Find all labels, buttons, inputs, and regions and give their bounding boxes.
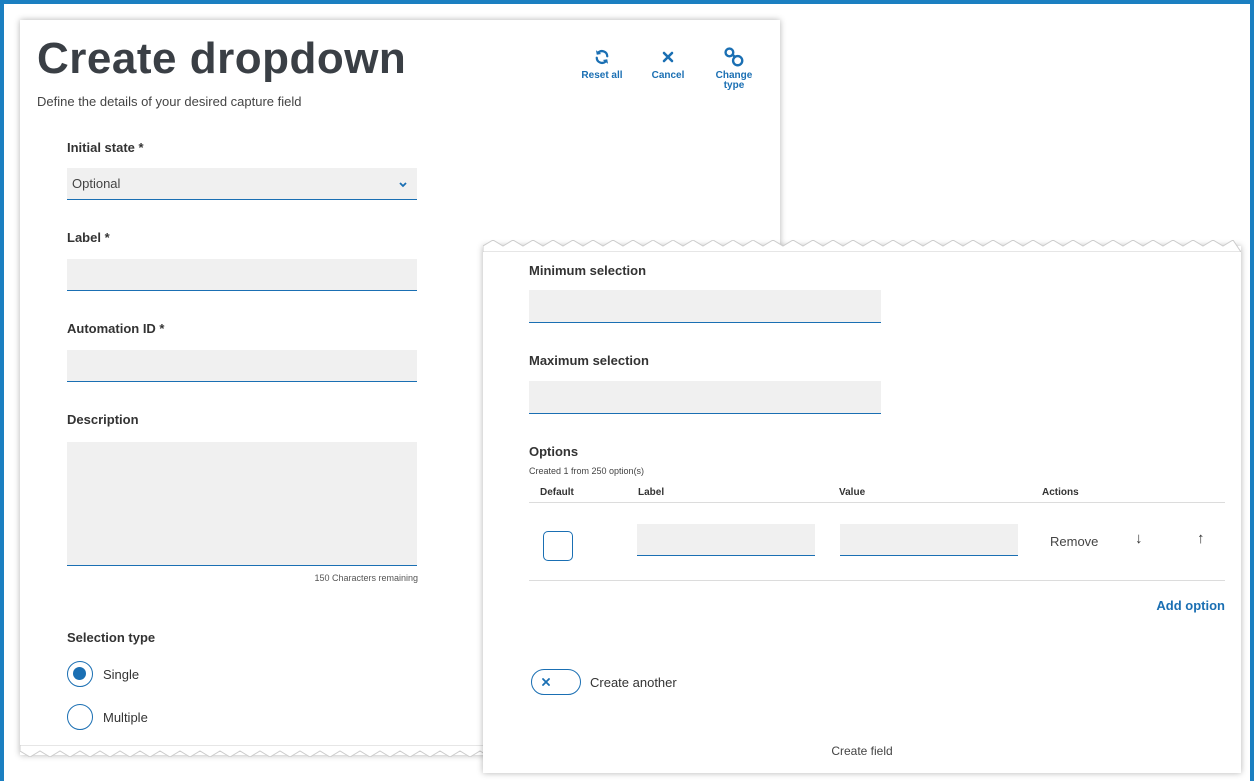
table-row-divider xyxy=(529,580,1225,581)
radio-multiple[interactable] xyxy=(67,704,93,730)
radio-single[interactable] xyxy=(67,661,93,687)
description-label: Description xyxy=(67,412,139,427)
change-type-button[interactable]: Change type xyxy=(706,46,762,91)
close-icon xyxy=(662,46,674,68)
radio-multiple-label: Multiple xyxy=(103,709,148,725)
automation-id-label: Automation ID * xyxy=(67,321,165,336)
options-panel: Minimum selection Maximum selection Opti… xyxy=(483,240,1241,773)
description-textarea[interactable] xyxy=(67,442,417,566)
page-title: Create dropdown xyxy=(37,34,407,83)
selection-single-option[interactable]: Single xyxy=(67,661,139,687)
refresh-icon xyxy=(593,46,611,68)
default-checkbox[interactable] xyxy=(543,531,573,561)
arrow-up-icon[interactable]: ↑ xyxy=(1197,530,1205,547)
arrow-down-icon[interactable]: ↓ xyxy=(1135,530,1143,547)
toolbar: Reset all Cancel Change type xyxy=(574,46,762,91)
label-input[interactable] xyxy=(67,259,417,291)
radio-single-label: Single xyxy=(103,666,140,682)
options-count-text: Created 1 from 250 option(s) xyxy=(529,466,645,476)
initial-state-value: Optional xyxy=(72,176,121,191)
torn-edge-top xyxy=(483,240,1241,252)
table-header-divider xyxy=(529,502,1225,503)
reset-all-label: Reset all xyxy=(581,70,623,81)
change-type-icon xyxy=(723,46,745,68)
column-header-value: Value xyxy=(839,487,866,498)
initial-state-select[interactable]: Optional xyxy=(67,168,417,200)
options-label: Options xyxy=(529,444,579,459)
option-label-input[interactable] xyxy=(637,524,815,556)
close-icon xyxy=(537,673,555,691)
page-subtitle: Define the details of your desired captu… xyxy=(37,94,302,109)
change-type-label: Change type xyxy=(716,71,753,91)
create-field-button[interactable]: Create field xyxy=(483,744,1241,758)
option-value-input[interactable] xyxy=(840,524,1018,556)
cancel-button[interactable]: Cancel xyxy=(640,46,696,91)
selection-type-label: Selection type xyxy=(67,630,156,645)
characters-remaining: 150 Characters remaining xyxy=(314,573,418,583)
column-header-label: Label xyxy=(638,487,665,498)
maximum-selection-label: Maximum selection xyxy=(529,353,649,368)
reset-all-button[interactable]: Reset all xyxy=(574,46,630,91)
automation-id-input[interactable] xyxy=(67,350,417,382)
chevron-down-icon xyxy=(399,176,407,191)
column-header-default: Default xyxy=(540,487,574,498)
create-another-toggle[interactable] xyxy=(531,669,581,695)
label-field-label: Label * xyxy=(67,230,110,245)
change-type-label-line2: type xyxy=(723,80,745,91)
cancel-label: Cancel xyxy=(651,70,685,81)
initial-state-label: Initial state * xyxy=(67,140,144,155)
remove-option-button[interactable]: Remove xyxy=(1050,534,1098,549)
selection-multiple-option[interactable]: Multiple xyxy=(67,704,148,730)
add-option-button[interactable]: Add option xyxy=(1156,598,1225,613)
maximum-selection-input[interactable] xyxy=(529,381,881,414)
column-header-actions: Actions xyxy=(1042,487,1079,498)
minimum-selection-label: Minimum selection xyxy=(529,263,647,278)
minimum-selection-input[interactable] xyxy=(529,290,881,323)
create-another-label: Create another xyxy=(590,675,677,690)
